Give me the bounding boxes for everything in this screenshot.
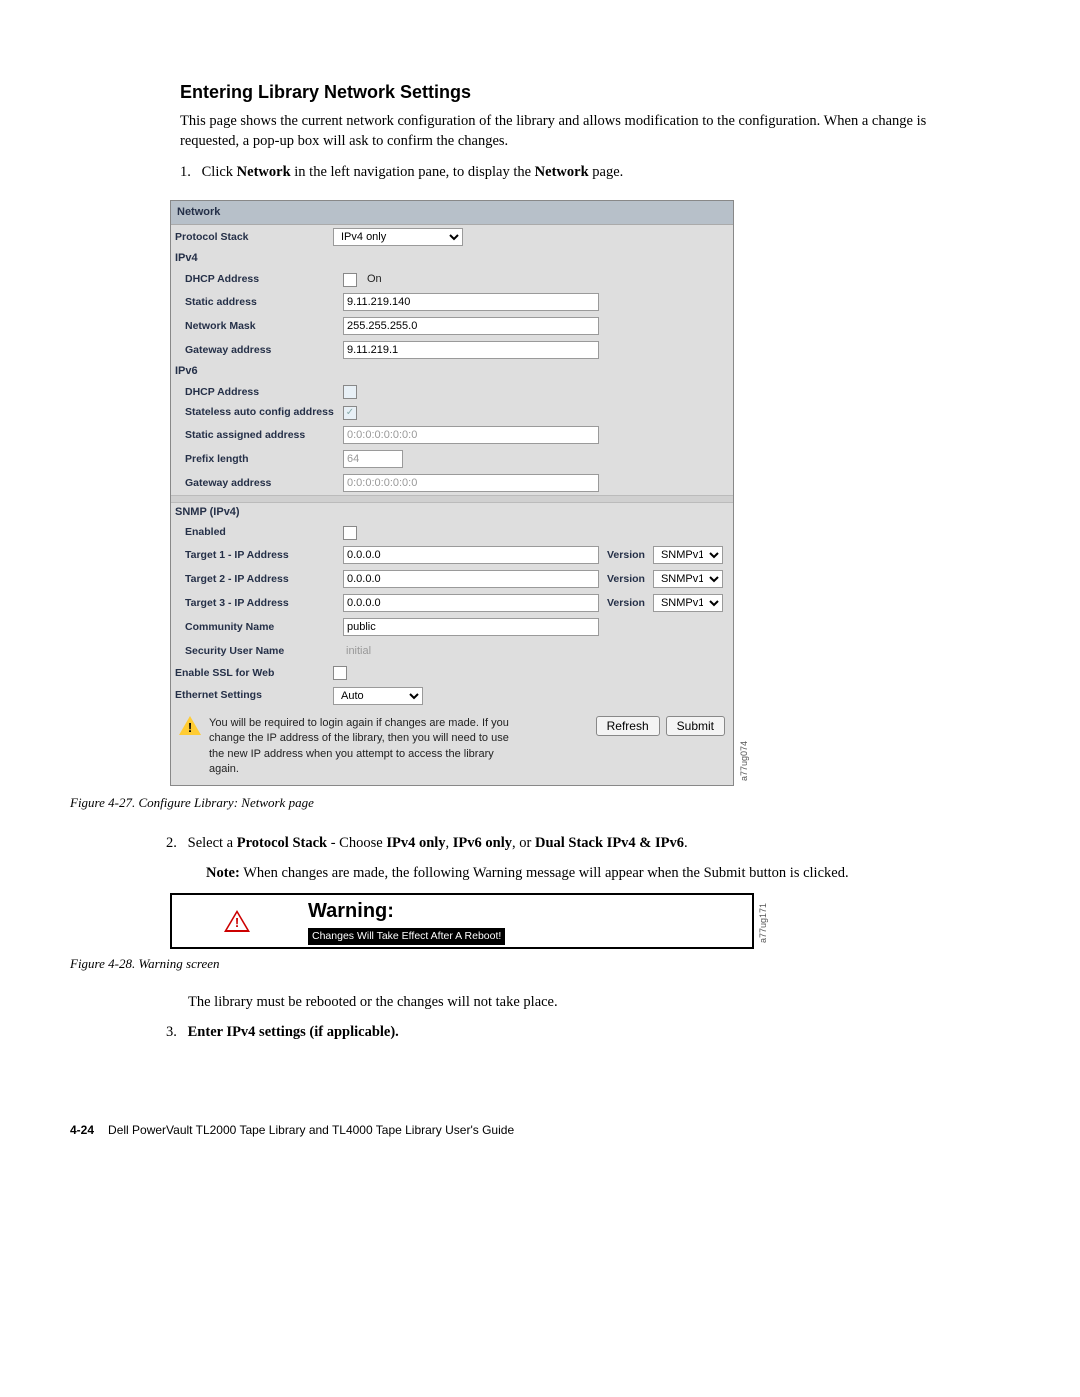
panel-title: Network xyxy=(171,201,733,225)
slaac-checkbox[interactable] xyxy=(343,406,357,420)
step-3-text: Enter IPv4 settings (if applicable). xyxy=(188,1024,399,1040)
snmp-enabled-label: Enabled xyxy=(171,523,339,542)
snmp-enabled-checkbox[interactable] xyxy=(343,526,357,540)
community-label: Community Name xyxy=(171,618,339,637)
refresh-button[interactable]: Refresh xyxy=(596,716,660,736)
warning-message: Changes Will Take Effect After A Reboot! xyxy=(308,928,505,945)
warning-text: You will be required to login again if c… xyxy=(209,716,509,778)
network-mask-label: Network Mask xyxy=(171,317,339,336)
page-footer: 4-24 Dell PowerVault TL2000 Tape Library… xyxy=(70,1122,1010,1139)
note-label: Note: xyxy=(206,865,240,881)
community-input[interactable] xyxy=(343,618,599,636)
step-1-number: 1. xyxy=(180,162,198,182)
step-3-number: 3. xyxy=(166,1022,184,1042)
step-1: 1. Click Network in the left navigation … xyxy=(180,162,950,182)
protocol-stack-label: Protocol Stack xyxy=(171,228,329,247)
target2-version-select[interactable]: SNMPv1 xyxy=(653,570,723,588)
dhcp-checkbox[interactable] xyxy=(343,273,357,287)
version-label-1: Version xyxy=(607,548,645,563)
target2-input[interactable] xyxy=(343,570,599,588)
gateway6-input[interactable] xyxy=(343,474,599,492)
target3-version-select[interactable]: SNMPv1 xyxy=(653,594,723,612)
snmp-section-label: SNMP (IPv4) xyxy=(171,503,733,522)
step-3: 3. Enter IPv4 settings (if applicable). xyxy=(166,1022,1010,1042)
page-heading: Entering Library Network Settings xyxy=(180,80,950,105)
post-warning-text: The library must be rebooted or the chan… xyxy=(188,992,1010,1012)
target3-label: Target 3 - IP Address xyxy=(171,594,339,613)
warning-icon: ! xyxy=(179,716,201,736)
target3-input[interactable] xyxy=(343,594,599,612)
ssl-label: Enable SSL for Web xyxy=(171,664,329,683)
security-user-value xyxy=(343,642,599,660)
slaac-label: Stateless auto config address xyxy=(171,403,339,422)
dhcp-on-label: On xyxy=(367,272,382,287)
ssl-checkbox[interactable] xyxy=(333,666,347,680)
dhcp6-label: DHCP Address xyxy=(171,383,339,402)
network-mask-input[interactable] xyxy=(343,317,599,335)
version-label-3: Version xyxy=(607,596,645,611)
protocol-stack-select[interactable]: IPv4 only xyxy=(333,228,463,246)
static-address-label: Static address xyxy=(171,293,339,312)
step-2: 2. Select a Protocol Stack - Choose IPv4… xyxy=(166,833,1010,853)
ethernet-label: Ethernet Settings xyxy=(171,686,329,705)
submit-button[interactable]: Submit xyxy=(666,716,725,736)
target2-label: Target 2 - IP Address xyxy=(171,570,339,589)
gateway-input[interactable] xyxy=(343,341,599,359)
warning-screenshot: ! Warning: Changes Will Take Effect Afte… xyxy=(170,893,754,949)
figure-2-caption: Figure 4-28. Warning screen xyxy=(70,955,1010,973)
target1-input[interactable] xyxy=(343,546,599,564)
target1-label: Target 1 - IP Address xyxy=(171,546,339,565)
figure-sidecode-1: a77ug074 xyxy=(738,741,751,781)
note-text: When changes are made, the following War… xyxy=(240,865,849,881)
prefix-input[interactable] xyxy=(343,450,403,468)
static-address-input[interactable] xyxy=(343,293,599,311)
gateway6-label: Gateway address xyxy=(171,474,339,493)
figure-sidecode-2: a77ug171 xyxy=(757,903,770,943)
page-number: 4-24 xyxy=(70,1122,94,1139)
ethernet-select[interactable]: Auto xyxy=(333,687,423,705)
ipv6-section-label: IPv6 xyxy=(171,362,733,381)
prefix-label: Prefix length xyxy=(171,450,339,469)
target1-version-select[interactable]: SNMPv1 xyxy=(653,546,723,564)
network-panel: Network Protocol Stack IPv4 only IPv4 DH… xyxy=(170,200,734,786)
ipv4-section-label: IPv4 xyxy=(171,249,733,268)
dhcp6-checkbox[interactable] xyxy=(343,385,357,399)
note-block: Note: When changes are made, the followi… xyxy=(206,863,1010,883)
warning-triangle-icon: ! xyxy=(224,910,250,932)
static6-label: Static assigned address xyxy=(171,426,339,445)
footer-text: Dell PowerVault TL2000 Tape Library and … xyxy=(108,1122,514,1139)
step-2-number: 2. xyxy=(166,833,184,853)
intro-paragraph: This page shows the current network conf… xyxy=(180,111,950,152)
warning-title: Warning: xyxy=(308,897,746,925)
dhcp-label: DHCP Address xyxy=(171,270,339,289)
version-label-2: Version xyxy=(607,572,645,587)
gateway-label: Gateway address xyxy=(171,341,339,360)
figure-1-caption: Figure 4-27. Configure Library: Network … xyxy=(70,794,1010,812)
static6-input[interactable] xyxy=(343,426,599,444)
security-user-label: Security User Name xyxy=(171,642,339,661)
